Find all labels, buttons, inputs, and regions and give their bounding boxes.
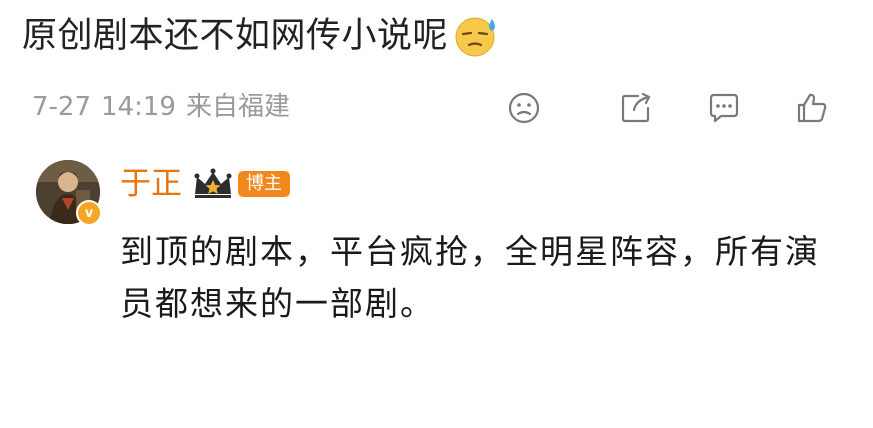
reply-header: 于正 博主 [120, 164, 290, 204]
reply-text: 到顶的剧本，平台疯抢，全明星阵容，所有演员都想来的一部剧。 [120, 232, 820, 323]
comment-location: 来自福建 [185, 92, 290, 122]
react-button[interactable] [504, 88, 544, 128]
share-icon [621, 92, 651, 123]
comment-screenshot: 原创剧本还不如网传小说呢 7-27 14:19 来自福建 v 于正 博主 到顶的… [0, 0, 873, 428]
comment-button[interactable] [704, 88, 744, 128]
comment-text: 原创剧本还不如网传小说呢 [22, 16, 449, 56]
share-button[interactable] [616, 88, 656, 128]
smile-react-icon [508, 92, 540, 124]
crown-icon [194, 168, 232, 198]
blogger-badge: 博主 [238, 171, 290, 197]
like-button[interactable] [792, 88, 832, 128]
sweat-smile-emoji-icon [454, 13, 500, 59]
verified-badge-icon: v [76, 200, 102, 226]
reply-username[interactable]: 于正 [120, 164, 182, 204]
comment-date: 7-27 [32, 92, 92, 122]
comment-time: 14:19 [101, 92, 176, 122]
comment-meta: 7-27 14:19 来自福建 [32, 90, 290, 124]
comment-content: 原创剧本还不如网传小说呢 [22, 12, 500, 60]
comment-meta-row: 7-27 14:19 来自福建 [32, 86, 852, 128]
avatar[interactable]: v [36, 160, 102, 226]
comment-icon [709, 93, 739, 123]
like-icon [797, 93, 827, 123]
